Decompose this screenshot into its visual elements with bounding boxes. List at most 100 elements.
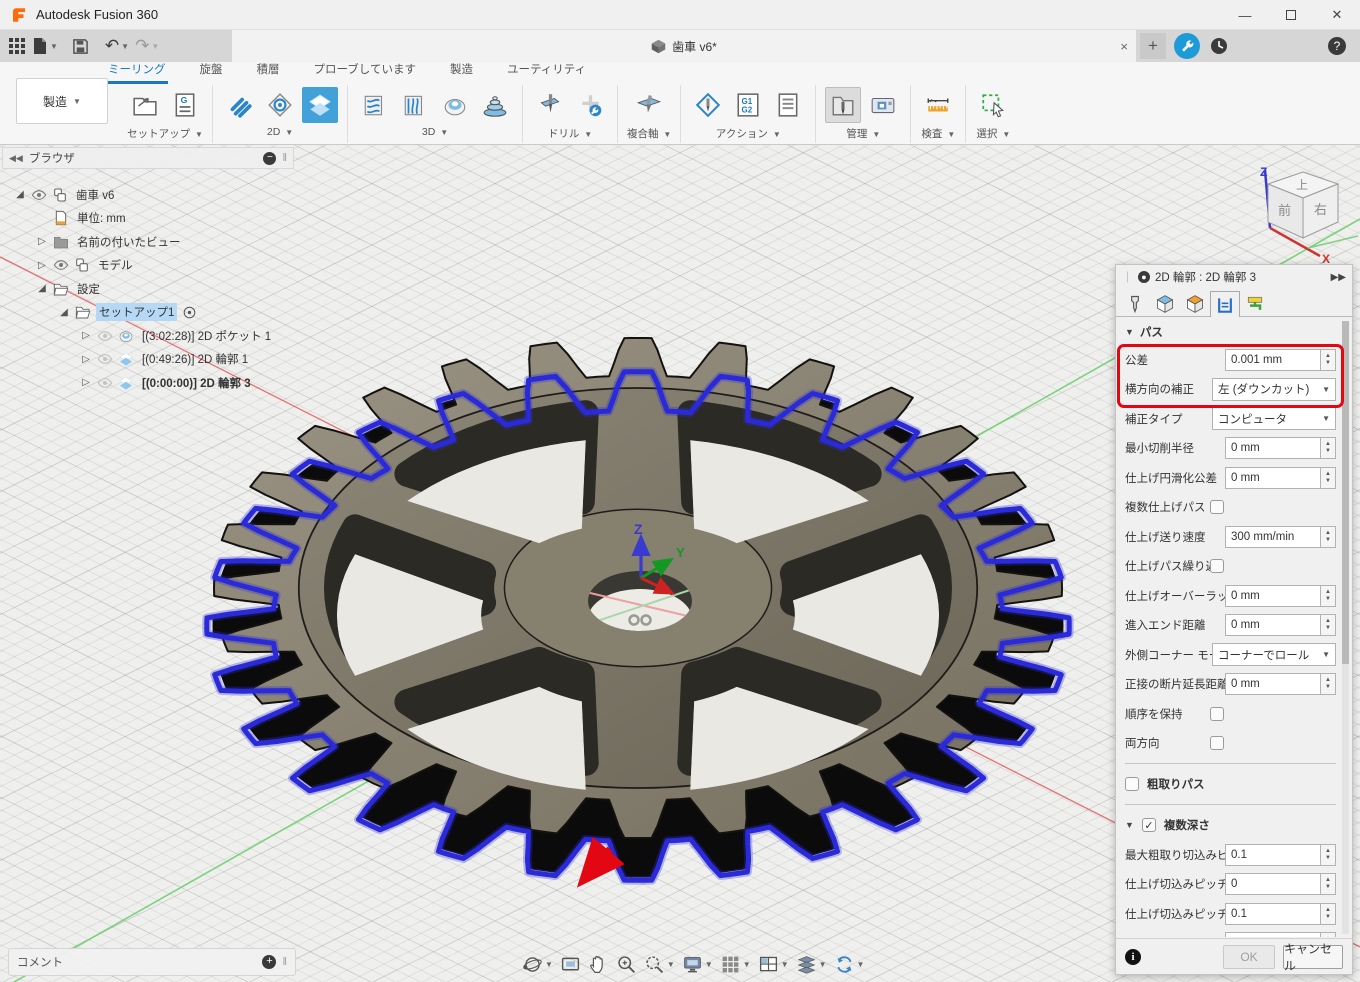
tree-item-1[interactable]: 単位: mm [2, 207, 294, 231]
section-header[interactable]: ▼ パス [1125, 319, 1336, 345]
orbit-button[interactable]: ▼ [520, 952, 555, 977]
save-icon[interactable] [72, 38, 89, 55]
job-status-button[interactable] [1174, 33, 1200, 59]
tree-expander-icon[interactable]: ▷ [80, 354, 92, 365]
spinner-buttons[interactable]: ▲▼ [1321, 466, 1336, 489]
ribbon-group-label[interactable]: 検査 ▼ [921, 126, 955, 141]
tree-item-label[interactable]: 設定 [74, 280, 103, 298]
ribbon-group-label[interactable]: 3D ▼ [422, 126, 448, 138]
ok-button[interactable]: OK [1223, 944, 1275, 969]
value-input[interactable]: 0 mm [1225, 584, 1321, 607]
redo-button[interactable]: ↷ ▼ [135, 36, 159, 56]
ribbon-group-label[interactable]: アクション ▼ [716, 126, 781, 141]
spinner-buttons[interactable]: ▲▼ [1321, 348, 1336, 371]
dialog-header[interactable]: ｜ ● 2D 輪郭 : 2D 輪郭 3 ▶▶ [1116, 265, 1352, 289]
tree-expander-icon[interactable]: ▷ [36, 260, 48, 271]
multi-axis-button[interactable] [631, 87, 667, 123]
drill-button[interactable] [532, 87, 568, 123]
value-input[interactable]: 0.1 [1225, 902, 1321, 925]
spinner-buttons[interactable]: ▲▼ [1321, 673, 1336, 696]
post-process-button[interactable] [690, 87, 726, 123]
tree-item-label[interactable]: [(0:49:26)] 2D 輪郭 1 [139, 350, 251, 368]
checkbox[interactable] [1210, 706, 1224, 721]
group-row-18[interactable]: ▼ ✓ 複数深さ [1125, 810, 1336, 840]
dialog-tab-passes[interactable] [1210, 291, 1240, 317]
value-input[interactable]: 0 mm [1225, 437, 1321, 460]
spinner-buttons[interactable]: ▲▼ [1321, 873, 1336, 896]
comments-resize-handle[interactable]: ‖ [282, 956, 287, 968]
tree-expander-icon[interactable]: ▷ [80, 377, 92, 388]
value-input[interactable]: 0 [1225, 873, 1321, 896]
thread-button[interactable] [572, 87, 608, 123]
browser-header[interactable]: ◀◀ ブラウザ − ‖ [2, 147, 294, 169]
dialog-tab-geometry[interactable] [1150, 290, 1180, 316]
checkbox[interactable] [1210, 500, 1224, 515]
spinner-buttons[interactable]: ▲▼ [1321, 932, 1336, 937]
value-input[interactable]: 0 mm [1225, 614, 1321, 637]
select-box-button[interactable] [975, 87, 1011, 123]
ribbon-group-label[interactable]: 選択 ▼ [976, 126, 1010, 141]
tree-item-8[interactable]: ▷ [(0:00:00)] 2D 輪郭 3 [2, 371, 294, 395]
tree-item-label[interactable]: 歯車 v6 [73, 186, 117, 204]
tree-item-label[interactable]: 単位: mm [74, 209, 129, 227]
value-input[interactable]: 0 mm [1225, 466, 1321, 489]
tree-item-3[interactable]: ▷ モデル [2, 254, 294, 278]
g1g2-doc-button[interactable]: G1 G2 [730, 87, 766, 123]
ribbon-tab-2[interactable]: 積層 [255, 61, 282, 84]
ribbon-group-label[interactable]: 複合軸 ▼ [627, 126, 671, 141]
collapse-panel-icon[interactable]: ◀◀ [9, 153, 23, 164]
tree-item-7[interactable]: ▷ [(0:49:26)] 2D 輪郭 1 [2, 348, 294, 372]
cancel-button[interactable]: キャンセル [1283, 942, 1343, 973]
value-input[interactable]: 0.001 mm [1225, 348, 1321, 371]
tree-expander-icon[interactable]: ◢ [14, 189, 26, 200]
spinner-buttons[interactable]: ▲▼ [1321, 614, 1336, 637]
pan-button[interactable] [586, 952, 611, 977]
tree-item-label[interactable]: [(3:02:28)] 2D ポケット 1 [139, 327, 274, 345]
2d-pocket-button[interactable] [262, 87, 298, 123]
app-grid-icon[interactable] [8, 37, 26, 55]
display-settings-button[interactable]: ▼ [680, 952, 715, 977]
ribbon-group-label[interactable]: 2D ▼ [267, 126, 293, 138]
document-tab-close-icon[interactable]: × [1120, 39, 1128, 54]
value-input[interactable]: 0.1 [1225, 843, 1321, 866]
dropdown-select[interactable]: コンピュータ ▼ [1212, 407, 1336, 431]
value-input[interactable]: 0 mm [1225, 673, 1321, 696]
ribbon-group-label[interactable]: ドリル ▼ [548, 126, 592, 141]
ribbon-group-label[interactable]: 管理 ▼ [846, 126, 880, 141]
refresh-button[interactable]: ▼ [832, 952, 867, 977]
checkbox[interactable] [1125, 777, 1139, 791]
tool-library-button[interactable] [825, 87, 862, 123]
dialog-scrollbar[interactable] [1342, 321, 1349, 934]
spinner-buttons[interactable]: ▲▼ [1321, 843, 1336, 866]
undo-button[interactable]: ↶ ▼ [105, 36, 129, 56]
maximize-button[interactable] [1268, 0, 1314, 30]
tree-item-5[interactable]: ◢ セットアップ1 [2, 301, 294, 325]
spinner-buttons[interactable]: ▲▼ [1321, 902, 1336, 925]
tree-expander-icon[interactable]: ▷ [36, 236, 48, 247]
file-menu-button[interactable]: ▼ [32, 37, 58, 55]
comments-bar[interactable]: コメント + ‖ [8, 948, 296, 976]
ribbon-tab-4[interactable]: 製造 [448, 61, 475, 84]
scrollbar-thumb[interactable] [1342, 321, 1349, 665]
tree-expander-icon[interactable]: ◢ [36, 283, 48, 294]
tree-item-label[interactable]: セットアップ1 [96, 303, 178, 322]
setup-sheet-button[interactable] [770, 87, 806, 123]
value-input[interactable]: 300 mm/min [1225, 525, 1321, 548]
dialog-tab-heights[interactable] [1180, 290, 1210, 316]
zoom-window-button[interactable]: ▼ [642, 952, 677, 977]
ribbon-group-label[interactable]: セットアップ ▼ [127, 126, 203, 141]
browser-minimize-icon[interactable]: − [263, 151, 277, 165]
tree-expander-icon[interactable]: ◢ [58, 307, 70, 318]
3d-scallop-button[interactable] [437, 87, 473, 123]
setup-folder-button[interactable] [127, 87, 163, 123]
dropdown-select[interactable]: 左 (ダウンカット) ▼ [1212, 377, 1336, 401]
3d-parallel-button[interactable] [397, 87, 433, 123]
history-button[interactable] [1206, 33, 1232, 59]
machine-button[interactable] [865, 87, 901, 123]
checkbox[interactable]: ✓ [1141, 818, 1156, 832]
3d-spiral-button[interactable] [477, 87, 513, 123]
ribbon-tab-0[interactable]: ミーリング [106, 61, 168, 84]
tree-item-label[interactable]: [(0:00:00)] 2D 輪郭 3 [139, 374, 254, 392]
tree-item-label[interactable]: モデル [95, 256, 136, 274]
dialog-tab-tool[interactable] [1120, 290, 1150, 316]
